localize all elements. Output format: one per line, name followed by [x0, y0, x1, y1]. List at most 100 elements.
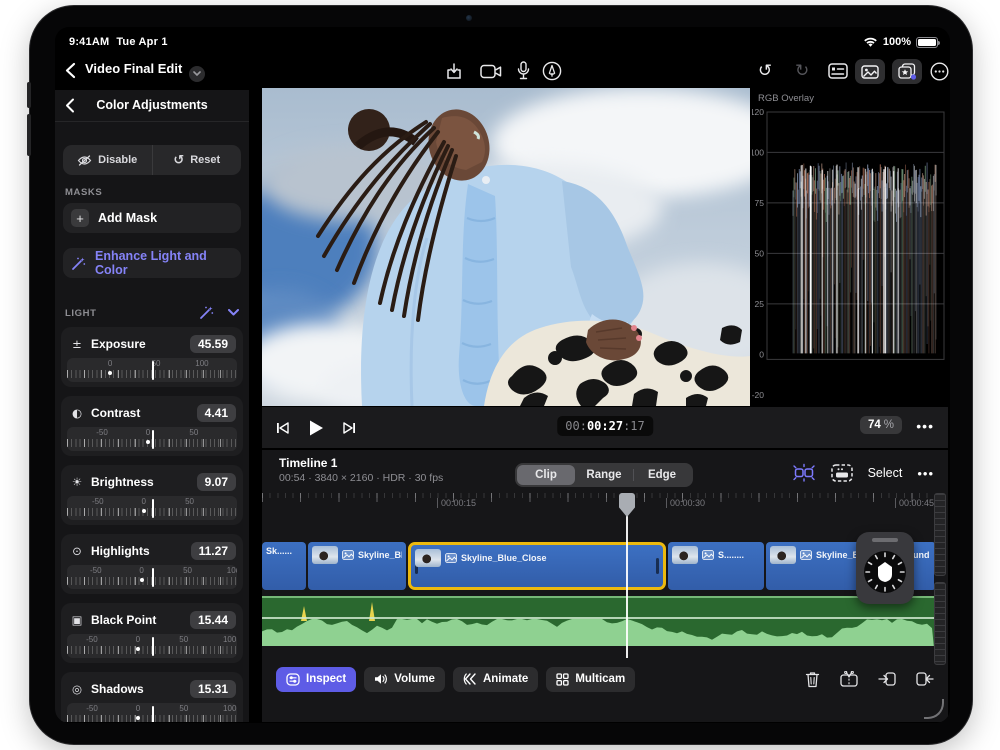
jog-wheel-dial[interactable]	[861, 548, 909, 596]
viewer-video-preview[interactable]	[262, 88, 750, 406]
disable-button[interactable]: Disable	[63, 145, 152, 175]
slider-ruler[interactable]: 050100	[67, 358, 237, 382]
back-chevron-icon[interactable]	[65, 62, 76, 79]
light-section-label: LIGHT	[65, 308, 97, 319]
status-bar-right: 100%	[863, 36, 938, 48]
timeline-zoom-strip[interactable]	[934, 493, 946, 665]
light-collapse-chevron-icon[interactable]	[228, 309, 239, 316]
plus-icon: +	[71, 209, 89, 227]
slider-value[interactable]: 15.31	[190, 680, 236, 698]
mode-range[interactable]: Range	[575, 465, 633, 485]
light-auto-wand-icon[interactable]	[199, 305, 214, 320]
slider-contrast[interactable]: ◐ Contrast 4.41 -50050	[61, 396, 243, 456]
undo-icon[interactable]: ↺	[758, 61, 772, 81]
audio-track[interactable]	[262, 596, 934, 646]
timeline-more-icon[interactable]: •••	[917, 466, 934, 481]
slider-shadows[interactable]: ◎ Shadows 15.31 -50050100	[61, 672, 243, 722]
svg-text:25: 25	[755, 299, 765, 309]
highlights-icon: ⊙	[70, 544, 84, 558]
jog-wheel[interactable]	[856, 532, 914, 604]
slider-value[interactable]: 15.44	[190, 611, 236, 629]
slider-ruler[interactable]: -50050100	[67, 634, 237, 658]
panel-title: Color Adjustments	[55, 98, 249, 112]
inspector-list-icon[interactable]	[828, 63, 848, 79]
insert-clip-icon[interactable]	[878, 671, 896, 687]
slider-ruler[interactable]: -50050100	[67, 703, 237, 722]
camera-icon[interactable]	[480, 64, 502, 79]
slider-exposure[interactable]: ± Exposure 45.59 050100	[61, 327, 243, 387]
clip-appearance-icon[interactable]	[831, 464, 853, 482]
battery-icon	[916, 37, 938, 48]
media-browser-icon[interactable]	[855, 59, 885, 84]
jog-wheel-drag-handle[interactable]	[872, 538, 898, 542]
delete-clip-icon[interactable]	[805, 671, 820, 688]
more-options-icon[interactable]	[930, 62, 949, 81]
volume-level-line[interactable]	[262, 617, 934, 619]
playhead-line	[626, 493, 628, 658]
select-button[interactable]: Select	[868, 466, 903, 480]
slider-highlights[interactable]: ⊙ Highlights 11.27 -50050100	[61, 534, 243, 594]
svg-text:0: 0	[759, 349, 764, 359]
slider-ruler[interactable]: -50050	[67, 496, 237, 520]
slider-brightness[interactable]: ☀ Brightness 9.07 -50050	[61, 465, 243, 525]
slider-label: Contrast	[91, 406, 190, 420]
project-title[interactable]: Video Final Edit	[85, 61, 205, 82]
clip-label: Skyline_Blue_Wide	[358, 550, 402, 560]
enhance-light-color-button[interactable]: Enhance Light and Color	[63, 248, 241, 278]
timeline-name: Timeline 1	[279, 456, 337, 470]
play-button-icon[interactable]	[308, 419, 324, 437]
animate-button[interactable]: Animate	[453, 667, 538, 692]
color-adjustments-panel: Color Adjustments Disable ↺ Reset MASKS …	[55, 90, 249, 722]
ipad-device-frame: 9:41AMTue Apr 1 100% Video Final Edit	[30, 6, 972, 744]
mode-clip[interactable]: Clip	[517, 465, 575, 485]
overwrite-clip-icon[interactable]	[916, 671, 934, 687]
timeline-clip[interactable]: Skyline_Blue_Wide	[308, 542, 406, 590]
slider-value[interactable]: 4.41	[197, 404, 236, 422]
clip-thumbnail	[672, 546, 698, 564]
slider-label: Shadows	[91, 682, 183, 696]
eye-off-icon	[77, 155, 92, 166]
bottom-volume-button	[27, 114, 31, 156]
effects-browser-icon[interactable]	[892, 59, 922, 84]
project-menu-chevron-icon[interactable]	[189, 66, 205, 82]
top-toolbar: Video Final Edit ↺ ↻	[55, 53, 950, 89]
microphone-icon[interactable]	[517, 61, 530, 81]
add-mask-button[interactable]: + Add Mask	[63, 203, 241, 233]
timecode-display: 00:00:27:17	[557, 416, 653, 436]
pencil-tool-icon[interactable]	[542, 61, 562, 81]
previous-frame-icon[interactable]	[276, 421, 290, 435]
viewer-zoom-level[interactable]: 74%	[860, 416, 902, 434]
slider-black-point[interactable]: ▣ Black Point 15.44 -50050100	[61, 603, 243, 663]
ruler-label: 00:00:45	[895, 498, 934, 508]
clip-label: S........	[718, 550, 744, 560]
inspect-button[interactable]: Inspect	[276, 667, 356, 692]
timeline-clip[interactable]: Sk......	[262, 542, 306, 590]
import-icon[interactable]	[445, 62, 463, 81]
slider-ruler[interactable]: -50050	[67, 427, 237, 451]
connect-clips-icon[interactable]	[792, 463, 816, 483]
player-controls-bar: 00:00:27:17 74% •••	[262, 406, 948, 448]
volume-button[interactable]: Volume	[364, 667, 445, 692]
enhance-label: Enhance Light and Color	[95, 249, 233, 277]
multicam-button[interactable]: Multicam	[546, 667, 635, 692]
light-section-header: LIGHT	[55, 305, 249, 323]
slider-value[interactable]: 45.59	[190, 335, 236, 353]
scope-title: RGB Overlay	[758, 93, 814, 104]
timeline-meta: 00:54 · 3840 × 2160 · HDR · 30 fps	[279, 472, 443, 484]
slider-label: Exposure	[91, 337, 183, 351]
timeline-toolbar: Inspect Volume Animate Multicam	[262, 660, 948, 698]
mode-edge[interactable]: Edge	[633, 465, 691, 485]
timeline-ruler[interactable]: 00:00:1500:00:3000:00:45	[262, 493, 934, 517]
slider-value[interactable]: 11.27	[191, 542, 236, 560]
split-clip-icon[interactable]	[840, 671, 858, 688]
viewer-more-icon[interactable]: •••	[916, 418, 934, 434]
svg-text:75: 75	[755, 198, 765, 208]
slider-ruler[interactable]: -50050100	[67, 565, 237, 589]
status-bar-left: 9:41AMTue Apr 1	[69, 36, 175, 48]
clock-time: 9:41AM	[69, 36, 109, 48]
magic-wand-icon	[71, 256, 86, 271]
next-frame-icon[interactable]	[342, 421, 356, 435]
reset-button[interactable]: ↺ Reset	[152, 145, 242, 175]
slider-value[interactable]: 9.07	[197, 473, 236, 491]
timeline-clip[interactable]: S........	[668, 542, 764, 590]
